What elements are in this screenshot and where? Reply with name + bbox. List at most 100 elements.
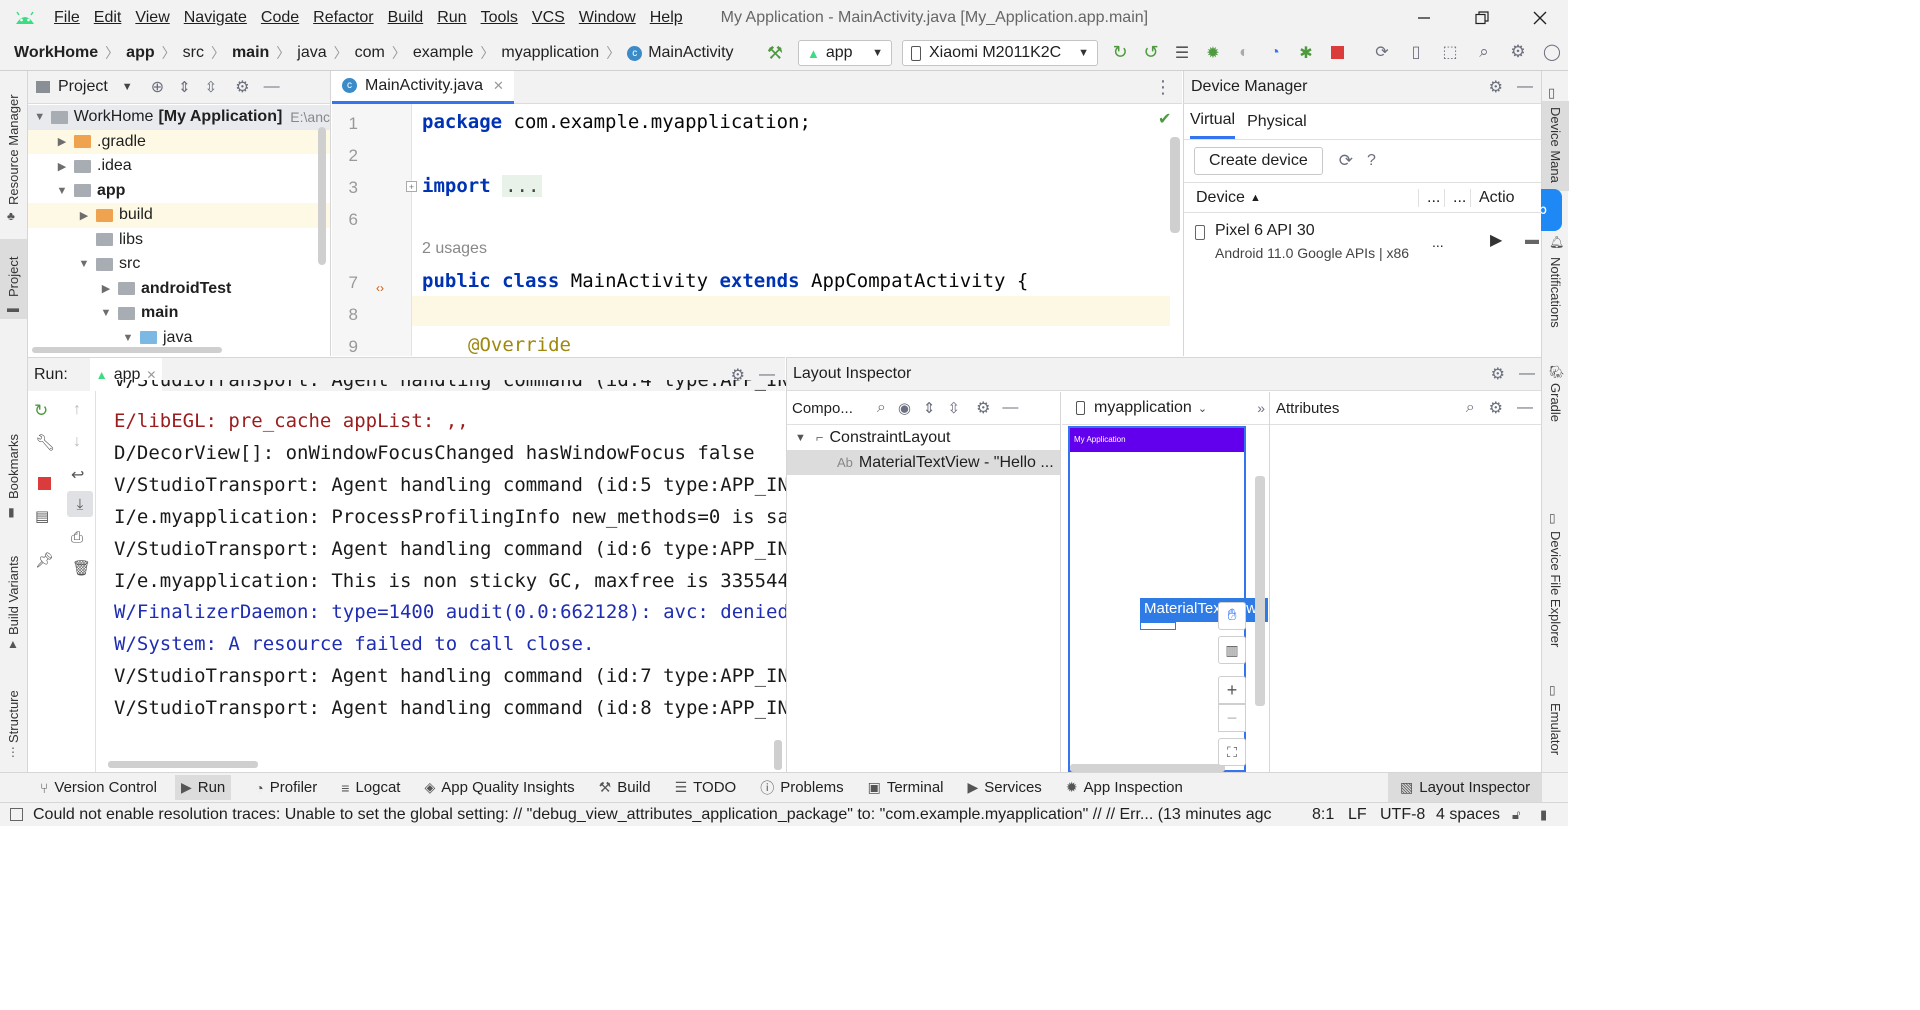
device-manager-icon[interactable]: ▯	[1406, 42, 1426, 62]
emulator-tab[interactable]: Emulator	[1548, 703, 1563, 763]
arrow-up-icon[interactable]: ↑	[73, 401, 81, 419]
zoom-out-icon[interactable]: −	[1218, 704, 1246, 732]
tree-row-build[interactable]: ▶ build	[28, 203, 330, 228]
tool-terminal[interactable]: ▣ Terminal	[868, 779, 944, 796]
wrench-icon[interactable]: 🔧︎	[35, 433, 55, 453]
breadcrumb-main[interactable]: main	[232, 44, 269, 62]
component-row-constraintlayout[interactable]: ▼ ⌐ ConstraintLayout	[787, 425, 1060, 450]
project-tab[interactable]: Project	[6, 247, 21, 297]
tree-row-idea[interactable]: ▶ .idea	[28, 154, 330, 179]
tab-virtual[interactable]: Virtual	[1190, 104, 1236, 139]
pan-hand-icon[interactable]: ✋︎	[1218, 602, 1246, 630]
layout-file-gutter-icon[interactable]: ‹›	[368, 276, 392, 300]
collapse-all-icon[interactable]: ⇳	[205, 78, 218, 96]
apply-changes-icon[interactable]: ↺	[1141, 42, 1161, 63]
line-separator[interactable]: LF	[1348, 806, 1367, 824]
collapse-all-icon[interactable]: ⇳	[948, 399, 961, 417]
menu-vcs[interactable]: VCS	[532, 9, 565, 27]
sdk-manager-icon[interactable]: ⬚	[1440, 42, 1460, 62]
hammer-build-icon[interactable]: ⚒	[764, 42, 786, 64]
breadcrumb-com[interactable]: com	[355, 44, 385, 62]
console-hscrollbar[interactable]	[108, 761, 258, 768]
column-actions[interactable]: Actio	[1470, 188, 1515, 207]
tool-profiler[interactable]: ◔ Profiler	[255, 779, 317, 796]
close-tab-icon[interactable]: ✕	[493, 78, 504, 94]
more-options-icon[interactable]: ⋮	[1154, 77, 1172, 98]
settings-gear-icon[interactable]: ⚙	[1489, 77, 1503, 97]
project-scrollbar[interactable]	[318, 127, 326, 265]
breadcrumb-mainactivity[interactable]: MainActivity	[648, 44, 733, 62]
search-icon[interactable]: ⌕	[877, 399, 886, 417]
breadcrumb-src[interactable]: src	[183, 44, 204, 62]
launch-play-icon[interactable]: ▶	[1490, 230, 1502, 250]
tree-row-androidtest[interactable]: ▶ androidTest	[28, 277, 330, 302]
tool-run[interactable]: ▶ Run	[174, 775, 232, 800]
menu-window[interactable]: Window	[579, 9, 636, 27]
scroll-to-end-icon[interactable]: ⤓	[67, 491, 93, 517]
status-message[interactable]: Could not enable resolution traces: Unab…	[33, 806, 1273, 824]
hide-panel-icon[interactable]: —	[1002, 399, 1018, 417]
search-icon[interactable]: ⌕	[1466, 399, 1475, 417]
tool-todo[interactable]: ☰ TODO	[675, 779, 737, 796]
restore-icon[interactable]	[1472, 8, 1492, 28]
rerun-icon[interactable]: ↻	[1110, 42, 1130, 63]
tool-app-quality-insights[interactable]: ◈ App Quality Insights	[424, 779, 574, 796]
tool-logcat[interactable]: ≡ Logcat	[341, 779, 400, 796]
tool-build[interactable]: ⚒ Build	[599, 779, 651, 796]
project-view-title[interactable]: Project	[58, 78, 108, 96]
tab-physical[interactable]: Physical	[1247, 113, 1307, 131]
menu-run[interactable]: Run	[437, 9, 466, 27]
settings-gear-icon[interactable]: ⚙	[1491, 364, 1505, 384]
expand-all-icon[interactable]: ⇕	[178, 78, 191, 96]
editor-scrollbar[interactable]	[1170, 137, 1180, 233]
minimize-icon[interactable]	[1414, 8, 1434, 28]
hide-panel-icon[interactable]: —	[1517, 399, 1533, 417]
expand-panel-icon[interactable]: »	[1257, 400, 1265, 416]
process-selector[interactable]: myapplication ⌄ »	[1062, 392, 1269, 425]
preview-scrollbar[interactable]	[1255, 476, 1265, 706]
run-configuration-select[interactable]: ▲ app ▼	[798, 40, 892, 66]
hide-panel-icon[interactable]: —	[1519, 365, 1535, 383]
build-variants-tab[interactable]: Build Variants	[6, 543, 21, 635]
print-icon[interactable]: ⎙	[71, 529, 83, 546]
arrow-down-icon[interactable]: ↓	[73, 433, 81, 451]
tree-row-app[interactable]: ▼ app	[28, 179, 330, 204]
eye-icon[interactable]: ◉	[898, 399, 911, 417]
indent-setting[interactable]: 4 spaces	[1436, 806, 1500, 824]
status-toggle-icon[interactable]	[10, 808, 23, 821]
stop-icon[interactable]	[38, 477, 51, 490]
tree-row-libs[interactable]: libs	[28, 228, 330, 253]
expand-all-icon[interactable]: ⇕	[923, 399, 936, 417]
tool-version-control[interactable]: ⑂ Version Control	[40, 779, 157, 796]
structure-tab[interactable]: Structure	[6, 679, 21, 743]
column-device[interactable]: Device	[1196, 189, 1418, 207]
sync-gradle-icon[interactable]: ⟳	[1372, 42, 1392, 62]
device-row[interactable]: Pixel 6 API 30 Android 11.0 Google APIs …	[1184, 214, 1542, 270]
menu-code[interactable]: Code	[261, 9, 299, 27]
tool-services[interactable]: ▶ Services	[968, 779, 1042, 796]
coverage-icon[interactable]: ◐	[1234, 44, 1254, 62]
column-size[interactable]: ...	[1444, 188, 1470, 207]
soft-wrap-icon[interactable]: ↩	[71, 465, 84, 485]
layer-spacing-icon[interactable]: ▥	[1218, 636, 1246, 664]
tool-layout-inspector[interactable]: ▧ Layout Inspector	[1388, 773, 1543, 802]
settings-gear-icon[interactable]: ⚙	[1508, 42, 1528, 62]
close-window-icon[interactable]	[1530, 8, 1550, 28]
hide-panel-icon[interactable]: —	[264, 78, 280, 96]
attach-debugger-icon[interactable]: ✱	[1296, 43, 1316, 63]
debug-icon[interactable]: ✹	[1203, 43, 1223, 63]
tree-row-src[interactable]: ▼ src	[28, 252, 330, 277]
device-more[interactable]: ...	[1432, 234, 1444, 250]
chevron-down-icon[interactable]: ▼	[122, 81, 133, 93]
help-icon[interactable]: ◯	[1542, 42, 1562, 62]
menu-edit[interactable]: Edit	[94, 9, 122, 27]
tree-row-main[interactable]: ▼ main	[28, 301, 330, 326]
layout-icon[interactable]: ▤	[35, 507, 49, 525]
apply-code-changes-icon[interactable]: ☰	[1172, 43, 1192, 63]
device-manager-tab[interactable]: Device Mana	[1548, 107, 1563, 187]
component-row-materialtextview[interactable]: Ab MaterialTextView - "Hello ...	[787, 450, 1060, 475]
menu-file[interactable]: File	[54, 9, 80, 27]
memory-indicator-icon[interactable]: ▮	[1540, 807, 1547, 823]
device-file-explorer-tab[interactable]: Device File Explorer	[1548, 531, 1563, 655]
trash-icon[interactable]: 🗑︎	[72, 559, 91, 577]
